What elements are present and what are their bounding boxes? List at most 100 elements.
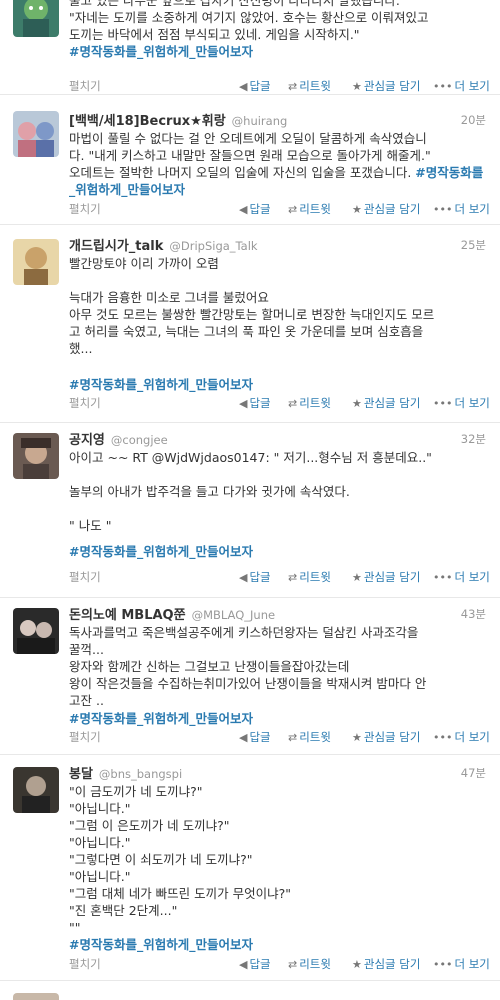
tweet-content: 돈의노예 MBLAQ쭌 @MBLAQ_June 43분 독사과를먹고 죽은백설공… xyxy=(69,606,486,727)
favorite-button[interactable]: ★ 관심글 담기 xyxy=(352,201,420,218)
avatar[interactable] xyxy=(13,239,59,285)
reply-icon: ◀ xyxy=(239,203,248,216)
reply-label: 답글 xyxy=(249,957,271,971)
tweet-content: [백백/세18]Becrux★휘랑 @huirang 20분 마법이 풀릴 수 … xyxy=(69,112,486,198)
tweet-timestamp[interactable]: 20분 xyxy=(461,112,486,129)
tweet-text-line: "그렇다면 이 쇠도끼가 네 도끼냐?" xyxy=(69,852,253,867)
more-button[interactable]: ••• 더 보기 xyxy=(433,956,490,973)
favorite-label: 관심글 담기 xyxy=(363,570,421,584)
tweet-timestamp[interactable]: 43분 xyxy=(461,606,486,623)
avatar[interactable] xyxy=(13,433,59,479)
expand-link[interactable]: 펼치기 xyxy=(69,956,101,973)
more-icon: ••• xyxy=(433,203,453,216)
reply-button[interactable]: ◀ 답글 xyxy=(239,729,271,746)
favorite-button[interactable]: ★ 관심글 담기 xyxy=(352,569,420,586)
tweet xyxy=(0,981,500,1000)
tweet-header: [백백/세18]Becrux★휘랑 @huirang 20분 xyxy=(69,112,486,130)
avatar[interactable] xyxy=(13,767,59,813)
more-button[interactable]: ••• 더 보기 xyxy=(433,729,490,746)
tweet-text-line: 왕이 작은것들을 수집하는취미가있어 난쟁이들을 박재시켜 밤마다 안 xyxy=(69,676,427,691)
tweet-text-line: 빨간망토야 이리 가까이 오렴 xyxy=(69,256,219,271)
retweet-label: 리트윗 xyxy=(299,957,331,971)
tweet-actions: 펼치기 ◀ 답글 ⇄ 리트윗 ★ 관심글 담기 ••• 더 보기 xyxy=(69,78,490,96)
more-button[interactable]: ••• 더 보기 xyxy=(433,78,490,95)
more-button[interactable]: ••• 더 보기 xyxy=(433,569,490,586)
tweet-text-line xyxy=(69,357,486,374)
tweet-timestamp[interactable]: 25분 xyxy=(461,237,486,254)
retweet-icon: ⇄ xyxy=(288,203,298,216)
avatar[interactable] xyxy=(13,111,59,157)
more-button[interactable]: ••• 더 보기 xyxy=(433,201,490,218)
tweet: 돈의노예 MBLAQ쭌 @MBLAQ_June 43분 독사과를먹고 죽은백설공… xyxy=(0,598,500,755)
avatar[interactable] xyxy=(13,0,59,37)
avatar-image xyxy=(13,608,59,654)
favorite-button[interactable]: ★ 관심글 담기 xyxy=(352,78,420,95)
tweet-content: 공지영 @congjee 32분 아이고 ~~ RT @WjdWjdaos014… xyxy=(69,431,486,560)
tweet-text-line: "진 혼백단 2단계..." xyxy=(69,903,178,918)
retweet-button[interactable]: ⇄ 리트윗 xyxy=(288,729,331,746)
tweet-text-line: "아닙니다." xyxy=(69,835,131,850)
reply-button[interactable]: ◀ 답글 xyxy=(239,78,271,95)
more-icon: ••• xyxy=(433,958,453,971)
tweet-timestamp[interactable]: 47분 xyxy=(461,765,486,782)
retweet-icon: ⇄ xyxy=(288,397,298,410)
retweet-label: 리트윗 xyxy=(299,730,331,744)
user-fullname[interactable]: 공지영 xyxy=(69,433,105,448)
user-fullname[interactable]: 돈의노예 MBLAQ쭌 xyxy=(69,608,186,623)
expand-link[interactable]: 펼치기 xyxy=(69,729,101,746)
user-fullname[interactable]: 봉달 xyxy=(69,767,93,782)
user-fullname[interactable]: [백백/세18]Becrux★휘랑 xyxy=(69,114,226,129)
avatar-image xyxy=(13,767,59,813)
user-handle[interactable]: @congjee xyxy=(111,433,168,447)
retweet-button[interactable]: ⇄ 리트윗 xyxy=(288,395,331,412)
user-handle[interactable]: @DripSiga_Talk xyxy=(169,239,257,253)
tweet-text: "이 금도끼가 네 도끼냐?" "아닙니다." "그럼 이 은도끼가 네 도끼냐… xyxy=(69,783,486,953)
favorite-button[interactable]: ★ 관심글 담기 xyxy=(352,956,420,973)
favorite-button[interactable]: ★ 관심글 담기 xyxy=(352,395,420,412)
expand-link[interactable]: 펼치기 xyxy=(69,201,101,218)
reply-button[interactable]: ◀ 답글 xyxy=(239,201,271,218)
avatar[interactable] xyxy=(13,608,59,654)
expand-link[interactable]: 펼치기 xyxy=(69,395,101,412)
hashtag-link[interactable]: #명작동화를_위험하게_만들어보자 xyxy=(69,937,253,952)
user-handle[interactable]: @MBLAQ_June xyxy=(192,608,276,622)
avatar-image xyxy=(13,433,59,479)
tweet: 봉달 @bns_bangspi 47분 "이 금도끼가 네 도끼냐?" "아닙니… xyxy=(0,755,500,981)
favorite-button[interactable]: ★ 관심글 담기 xyxy=(352,729,420,746)
tweet-text-line: 했... xyxy=(69,341,93,356)
retweet-button[interactable]: ⇄ 리트윗 xyxy=(288,569,331,586)
expand-link[interactable]: 펼치기 xyxy=(69,78,101,95)
retweet-button[interactable]: ⇄ 리트윗 xyxy=(288,201,331,218)
reply-label: 답글 xyxy=(249,570,271,584)
reply-icon: ◀ xyxy=(239,397,248,410)
tweet: 개드립시가_talk @DripSiga_Talk 25분 빨간망토야 이리 가… xyxy=(0,225,500,423)
tweet-text-line: 다. "내게 키스하고 내말만 잘들으면 원래 모습으로 돌아가게 해줄게." xyxy=(69,148,431,163)
reply-button[interactable]: ◀ 답글 xyxy=(239,395,271,412)
reply-button[interactable]: ◀ 답글 xyxy=(239,956,271,973)
hashtag-link[interactable]: #명작동화를_위험하게_만들어보자 xyxy=(69,377,253,392)
retweet-button[interactable]: ⇄ 리트윗 xyxy=(288,78,331,95)
more-button[interactable]: ••• 더 보기 xyxy=(433,395,490,412)
user-handle[interactable]: @huirang xyxy=(232,114,288,128)
tweet-text: 독사과를먹고 죽은백설공주에게 키스하던왕자는 덜삼킨 사과조각을 꿀꺽... … xyxy=(69,624,486,727)
timeline: 울고 있는 나무꾼 앞으로 갑자기 산신령이 나타나서 말했습니다. "자네는 … xyxy=(0,0,500,1000)
tweet-header: 돈의노예 MBLAQ쭌 @MBLAQ_June 43분 xyxy=(69,606,486,624)
tweet-actions: 펼치기 ◀ 답글 ⇄ 리트윗 ★ 관심글 담기 ••• 더 보기 xyxy=(69,956,490,974)
hashtag-link[interactable]: #명작동화를_위험하게_만들어보자 xyxy=(69,544,253,559)
user-handle[interactable]: @bns_bangspi xyxy=(99,767,182,781)
tweet-text-line: 고 허리를 숙였고, 늑대는 그녀의 푹 파인 옷 가운데를 보며 심호흡을 xyxy=(69,324,424,339)
user-fullname[interactable]: 개드립시가_talk xyxy=(69,239,163,254)
more-label: 더 보기 xyxy=(454,957,490,971)
avatar-image xyxy=(13,239,59,285)
retweet-button[interactable]: ⇄ 리트윗 xyxy=(288,956,331,973)
retweet-icon: ⇄ xyxy=(288,571,298,584)
expand-link[interactable]: 펼치기 xyxy=(69,569,101,586)
tweet-header: 공지영 @congjee 32분 xyxy=(69,431,486,449)
reply-button[interactable]: ◀ 답글 xyxy=(239,569,271,586)
tweet-actions: 펼치기 ◀ 답글 ⇄ 리트윗 ★ 관심글 담기 ••• 더 보기 xyxy=(69,569,490,587)
hashtag-link[interactable]: #명작동화를_위험하게_만들어보자 xyxy=(69,44,253,59)
hashtag-link[interactable]: #명작동화를_위험하게_만들어보자 xyxy=(69,711,253,726)
tweet-timestamp[interactable]: 32분 xyxy=(461,431,486,448)
reply-label: 답글 xyxy=(249,202,271,216)
avatar[interactable] xyxy=(13,993,59,1000)
